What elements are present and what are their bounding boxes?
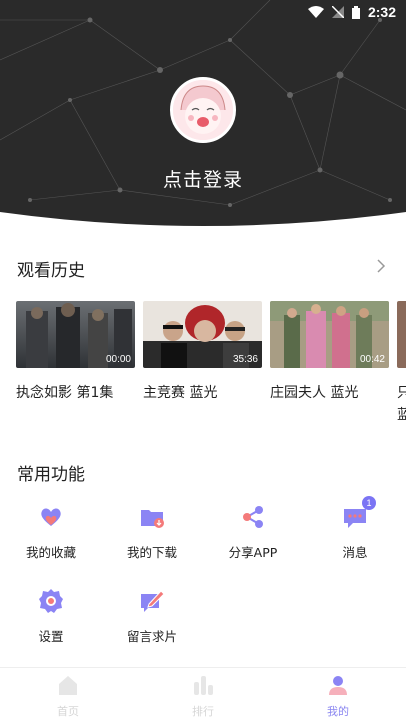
history-item[interactable]: 00:42 庄园夫人 蓝光: [270, 301, 389, 402]
duration-label: 00:42: [359, 354, 385, 365]
message-icon: 1: [342, 496, 376, 530]
login-button[interactable]: 点击登录: [0, 165, 406, 192]
history-item[interactable]: 00:00 执念如影 第1集: [16, 301, 135, 402]
duration-label: 00:00: [105, 354, 131, 365]
home-icon: [59, 676, 77, 695]
messages-label: 消息: [342, 545, 368, 560]
wifi-icon: [307, 6, 324, 18]
nav-mine-label: 我的: [327, 705, 349, 718]
history-thumbnail: 00:42: [270, 301, 389, 368]
heart-folder-icon: [38, 504, 64, 530]
share-app-button[interactable]: 分享APP: [217, 504, 289, 561]
status-time: 2:32: [367, 4, 396, 20]
history-title: 观看历史: [17, 261, 85, 281]
avatar-face-icon: [173, 80, 233, 140]
messages-button[interactable]: 1 消息: [319, 496, 391, 561]
settings-button[interactable]: 设置: [15, 588, 87, 645]
nav-home[interactable]: 首页: [38, 674, 98, 719]
bottom-nav: 首页 排行 我的: [0, 667, 406, 721]
message-badge: 1: [362, 496, 376, 510]
favorites-label: 我的收藏: [25, 545, 76, 560]
history-list[interactable]: 00:00 执念如影 第1集 35:36 主竞赛 蓝光 00:42 庄园夫人 蓝…: [16, 301, 406, 421]
battery-icon: [351, 5, 360, 19]
history-item[interactable]: 只 蓝: [397, 301, 406, 421]
history-item[interactable]: 35:36 主竞赛 蓝光: [143, 301, 262, 402]
profile-header: 2:32 点击登录: [0, 0, 406, 236]
download-folder-icon: [139, 504, 165, 530]
history-item-title: 执念如影 第1集: [16, 385, 114, 401]
feedback-button[interactable]: 留言求片: [116, 588, 188, 645]
functions-title: 常用功能: [17, 465, 85, 485]
nav-home-label: 首页: [57, 705, 79, 718]
ranking-icon: [194, 676, 213, 695]
nav-ranking-label: 排行: [192, 705, 214, 718]
history-item-title-line2: 蓝: [397, 407, 406, 421]
avatar[interactable]: [170, 77, 236, 143]
history-thumbnail: 00:00: [16, 301, 135, 368]
no-signal-icon: [331, 6, 344, 18]
favorites-button[interactable]: 我的收藏: [15, 504, 87, 561]
feedback-icon: [139, 588, 165, 614]
nav-mine[interactable]: 我的: [308, 674, 368, 719]
feedback-label: 留言求片: [126, 629, 177, 644]
user-icon: [329, 676, 347, 695]
history-item-title: 主竞赛 蓝光: [143, 385, 218, 401]
nav-ranking[interactable]: 排行: [173, 674, 233, 719]
chevron-right-icon[interactable]: [376, 258, 386, 274]
settings-icon: [38, 588, 64, 614]
duration-label: 35:36: [232, 354, 258, 365]
share-icon: [240, 504, 266, 530]
settings-label: 设置: [38, 629, 64, 644]
history-item-title: 庄园夫人 蓝光: [270, 385, 359, 401]
history-thumbnail: 35:36: [143, 301, 262, 368]
status-bar: 2:32: [0, 0, 406, 24]
history-item-title: 只: [397, 385, 406, 401]
downloads-button[interactable]: 我的下载: [116, 504, 188, 561]
history-thumbnail: [397, 301, 406, 368]
share-app-label: 分享APP: [228, 545, 278, 560]
downloads-label: 我的下载: [126, 545, 177, 560]
